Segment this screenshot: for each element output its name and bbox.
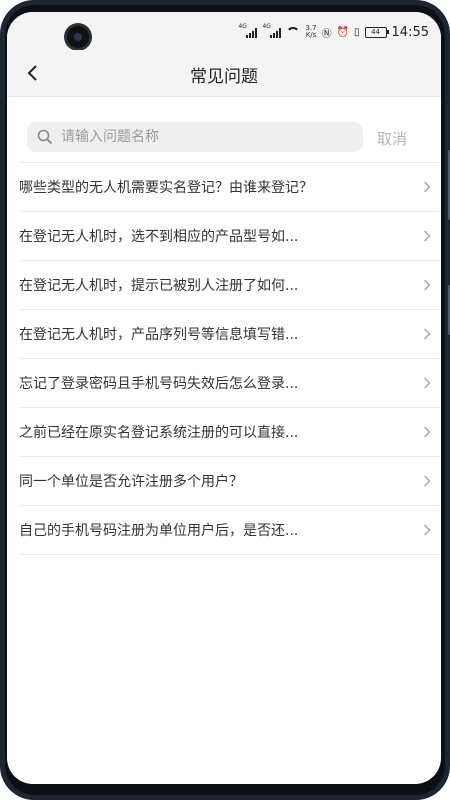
chevron-right-icon	[423, 181, 431, 193]
chevron-right-icon	[423, 230, 431, 242]
faq-item-label: 哪些类型的无人机需要实名登记？由谁来登记？	[19, 180, 313, 196]
network-speed: 3.7 K/s	[305, 25, 316, 39]
faq-item[interactable]: 自己的手机号码注册为单位用户后，是否还...	[19, 505, 439, 555]
faq-item[interactable]: 同一个单位是否允许注册多个用户？	[19, 456, 439, 505]
faq-item[interactable]: 忘记了登录密码且手机号码失效后怎么登录...	[19, 358, 439, 407]
network-speed-unit: K/s	[305, 31, 317, 39]
signal-network-tag: 4G	[238, 22, 247, 30]
cancel-button[interactable]: 取消	[377, 128, 407, 149]
screen: 4G 4G 3.7 K/s Ⓝ ⏰ ▯ 44 14:55 常见问题 请输入问题名…	[7, 12, 441, 784]
search-input[interactable]	[59, 128, 353, 146]
faq-item[interactable]: 哪些类型的无人机需要实名登记？由谁来登记？	[19, 162, 439, 211]
chevron-right-icon	[423, 426, 431, 438]
alarm-icon: ⏰	[336, 26, 350, 38]
phone-frame: 4G 4G 3.7 K/s Ⓝ ⏰ ▯ 44 14:55 常见问题 请输入问题名…	[0, 0, 450, 800]
faq-item[interactable]: 在登记无人机时，选不到相应的产品型号如...	[19, 211, 439, 260]
faq-item[interactable]: 之前已经在原实名登记系统注册的可以直接...	[19, 407, 439, 456]
search-box[interactable]	[27, 122, 363, 152]
search-icon	[37, 129, 53, 145]
faq-item-label: 自己的手机号码注册为单位用户后，是否还...	[19, 523, 299, 539]
signal-icon: 4G	[238, 23, 258, 38]
status-bar: 4G 4G 3.7 K/s Ⓝ ⏰ ▯ 44 14:55	[7, 12, 441, 50]
chevron-right-icon	[423, 377, 431, 389]
status-icons: 4G 4G 3.7 K/s Ⓝ ⏰ ▯ 44 14:55	[238, 22, 429, 42]
signal-network-tag: 4G	[262, 22, 271, 30]
faq-item[interactable]: 在登记无人机时，提示已被别人注册了如何...	[19, 260, 439, 309]
faq-item[interactable]: 在登记无人机时，产品序列号等信息填写错...	[19, 309, 439, 358]
battery-level: 44	[371, 27, 380, 36]
page-title: 常见问题	[190, 67, 258, 87]
chevron-right-icon	[423, 475, 431, 487]
wifi-icon	[286, 27, 301, 37]
faq-item-label: 在登记无人机时，提示已被别人注册了如何...	[19, 278, 299, 294]
signal-icon: 4G	[262, 23, 282, 38]
faq-item-label: 在登记无人机时，选不到相应的产品型号如...	[19, 229, 299, 245]
search-bar: 取消	[7, 112, 441, 160]
nfc-icon: Ⓝ	[321, 28, 332, 40]
faq-list: 哪些类型的无人机需要实名登记？由谁来登记？ 在登记无人机时，选不到相应的产品型号…	[19, 162, 439, 555]
clock: 14:55	[391, 24, 429, 40]
chevron-right-icon	[423, 279, 431, 291]
battery-icon: 44	[364, 26, 389, 38]
vibrate-icon: ▯	[354, 26, 360, 38]
faq-item-label: 忘记了登录密码且手机号码失效后怎么登录...	[19, 376, 299, 392]
front-camera	[67, 26, 89, 48]
faq-item-label: 之前已经在原实名登记系统注册的可以直接...	[19, 425, 299, 441]
nav-header: 常见问题	[7, 50, 441, 97]
faq-item-label: 同一个单位是否允许注册多个用户？	[19, 474, 243, 490]
chevron-right-icon	[423, 524, 431, 536]
chevron-right-icon	[423, 328, 431, 340]
faq-item-label: 在登记无人机时，产品序列号等信息填写错...	[19, 327, 299, 343]
